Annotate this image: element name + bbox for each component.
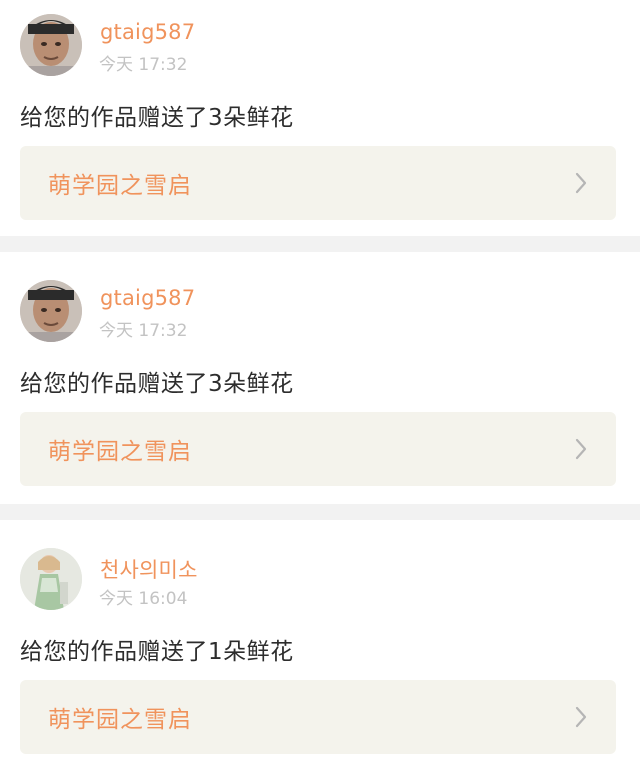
- chevron-right-icon: [575, 706, 587, 728]
- user-avatar-icon: [20, 548, 82, 610]
- section-divider: [0, 236, 640, 252]
- work-link-button[interactable]: 萌学园之雪启: [20, 146, 616, 220]
- work-title: 萌学园之雪启: [48, 707, 192, 733]
- timestamp: 今天 16:04: [99, 589, 188, 609]
- avatar[interactable]: [20, 14, 82, 76]
- notification-card: gtaig587 今天 17:32 给您的作品赠送了3朵鲜花 萌学园之雪启: [0, 0, 640, 236]
- work-title: 萌学园之雪启: [48, 173, 192, 199]
- user-avatar-icon: [20, 280, 82, 342]
- notification-card: 천사의미소 今天 16:04 给您的作品赠送了1朵鲜花 萌学园之雪启: [0, 520, 640, 758]
- username-link[interactable]: gtaig587: [100, 286, 195, 310]
- username-link[interactable]: gtaig587: [100, 20, 195, 44]
- notification-card: gtaig587 今天 17:32 给您的作品赠送了3朵鲜花 萌学园之雪启: [0, 252, 640, 504]
- work-title: 萌学园之雪启: [48, 439, 192, 465]
- avatar[interactable]: [20, 548, 82, 610]
- timestamp: 今天 17:32: [99, 321, 188, 341]
- section-divider: [0, 504, 640, 520]
- gift-notification-feed: gtaig587 今天 17:32 给您的作品赠送了3朵鲜花 萌学园之雪启 gt…: [0, 0, 640, 758]
- gift-message: 给您的作品赠送了3朵鲜花: [20, 105, 294, 131]
- work-link-button[interactable]: 萌学园之雪启: [20, 680, 616, 754]
- chevron-right-icon: [575, 172, 587, 194]
- work-link-button[interactable]: 萌学园之雪启: [20, 412, 616, 486]
- avatar[interactable]: [20, 280, 82, 342]
- user-avatar-icon: [20, 14, 82, 76]
- username-link[interactable]: 천사의미소: [100, 554, 198, 584]
- chevron-right-icon: [575, 438, 587, 460]
- gift-message: 给您的作品赠送了3朵鲜花: [20, 371, 294, 397]
- gift-message: 给您的作品赠送了1朵鲜花: [20, 639, 294, 665]
- timestamp: 今天 17:32: [99, 55, 188, 75]
